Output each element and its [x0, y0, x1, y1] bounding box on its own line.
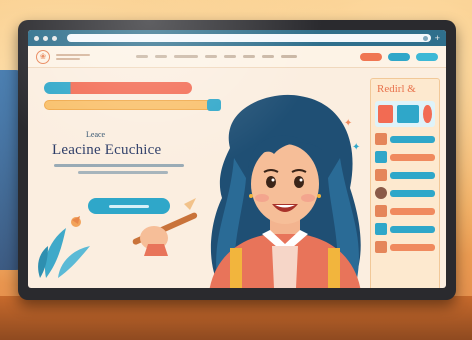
nav-link[interactable] [224, 55, 236, 58]
sidebar-item-icon [375, 151, 387, 163]
sparkle-icon: ✦ [344, 118, 353, 129]
nav-link[interactable] [281, 55, 297, 58]
desk-surface [0, 296, 472, 340]
new-tab-icon[interactable]: + [435, 33, 440, 43]
window-dot-icon[interactable] [43, 35, 48, 41]
window-dot-icon[interactable] [34, 35, 39, 41]
sidebar-title: Redirl & [377, 83, 416, 95]
address-bar[interactable] [67, 34, 431, 42]
sparkle-icon: ✦ [352, 142, 361, 153]
nav-secondary-button[interactable] [416, 52, 438, 61]
card-thumbnail [397, 105, 420, 123]
hero-title: Leacine Ecuchice [52, 142, 162, 158]
sidebar-item-icon [375, 223, 387, 235]
sidebar-item-bar [390, 243, 435, 251]
sidebar-item[interactable] [375, 223, 435, 235]
card-thumbnail [378, 105, 394, 123]
sidebar-item-bar [390, 225, 435, 233]
sidebar-item-bar [390, 135, 435, 143]
sidebar-item-icon [375, 205, 387, 217]
sidebar-item-icon [375, 169, 387, 181]
browser-chrome: + [28, 30, 446, 46]
nav-link[interactable] [205, 55, 217, 58]
monitor: + ❀ Leace Leacine Ecuchice ✦ ✦ Redirl & [18, 20, 456, 300]
hero-subtitle-line [54, 164, 184, 167]
site-logo-icon[interactable]: ❀ [36, 49, 50, 64]
site-nav: ❀ [28, 46, 446, 68]
sidebar-item[interactable] [375, 187, 435, 199]
sidebar-item-icon [375, 133, 387, 145]
window-dot-icon[interactable] [52, 35, 57, 41]
site-logo-text [56, 53, 90, 60]
pencil-hand-illustration [132, 198, 198, 256]
nav-links [136, 55, 297, 58]
nav-link[interactable] [155, 55, 167, 58]
sidebar-item-icon [375, 241, 387, 253]
sidebar-item-bar [390, 189, 435, 197]
reload-icon[interactable] [422, 35, 428, 41]
sidebar-panel: Redirl & [370, 78, 440, 288]
nav-link[interactable] [262, 55, 274, 58]
nav-link[interactable] [136, 55, 148, 58]
sidebar-item-bar [390, 153, 435, 161]
screen: + ❀ Leace Leacine Ecuchice ✦ ✦ Redirl & [28, 30, 446, 288]
sidebar-item-bar [390, 207, 435, 215]
nav-link[interactable] [174, 55, 198, 58]
sidebar-item-bar [390, 171, 435, 179]
sidebar-item-avatar [375, 187, 387, 199]
leaves-illustration [38, 216, 90, 278]
card-thumbnail [423, 105, 432, 123]
hero-subtitle-line [78, 171, 168, 174]
sidebar-item[interactable] [375, 205, 435, 217]
sidebar-item[interactable] [375, 151, 435, 163]
sidebar-card[interactable] [375, 101, 435, 127]
nav-orange-button[interactable] [360, 52, 382, 61]
hero-kicker: Leace [86, 130, 106, 139]
nav-blue-button[interactable] [388, 52, 410, 61]
nav-link[interactable] [243, 55, 255, 58]
sidebar-item[interactable] [375, 241, 435, 253]
sidebar-item[interactable] [375, 169, 435, 181]
hero-progress-bar [44, 82, 192, 94]
sidebar-item[interactable] [375, 133, 435, 145]
